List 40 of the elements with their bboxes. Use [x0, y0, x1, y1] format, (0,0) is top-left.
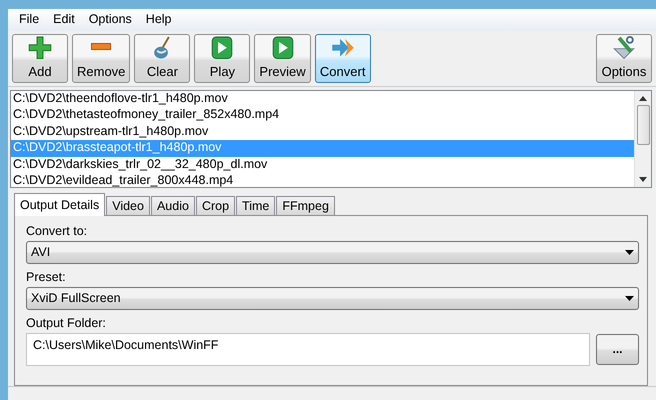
dropdown[interactable]: XviD FullScreen — [26, 287, 639, 310]
tab[interactable]: Crop — [196, 196, 236, 216]
file-list-item[interactable]: C:\DVD2\theendoflove-tlr1_h480p.mov — [11, 90, 634, 108]
toolbar-button[interactable]: Options — [596, 34, 652, 83]
tools-icon — [611, 34, 637, 60]
toolbar-button[interactable]: Preview — [254, 34, 311, 83]
scrollbar[interactable] — [634, 90, 651, 188]
scroll-up-icon[interactable] — [639, 96, 647, 101]
toolbar-button[interactable]: Play — [194, 34, 250, 83]
toolbar-button[interactable]: Clear — [134, 34, 190, 83]
tab[interactable]: FFmpeg — [276, 196, 335, 216]
tab[interactable]: Video — [106, 196, 150, 216]
dropdown-arrow-icon — [625, 250, 634, 256]
menu-item[interactable]: Edit — [46, 12, 82, 28]
play-icon — [209, 34, 236, 60]
folder-input-field[interactable]: C:\Users\Mike\Documents\WinFF — [26, 333, 590, 366]
menu-item[interactable]: Help — [138, 12, 179, 28]
play-icon — [270, 34, 296, 60]
file-list-item[interactable]: C:\DVD2\upstream-tlr1_h480p.mov — [11, 124, 634, 140]
file-list-item[interactable]: C:\DVD2\darkskies_trlr_02__32_480p_dl.mov — [11, 156, 634, 174]
field-label: Output Folder: — [26, 316, 107, 332]
toolbar-button[interactable]: Convert — [314, 34, 371, 83]
file-list[interactable] — [10, 90, 652, 188]
menu-item[interactable]: Options — [82, 12, 139, 28]
file-list-item[interactable]: C:\DVD2\evildead_trailer_800x448.mp4 — [11, 173, 634, 188]
field-label: Preset: — [26, 270, 67, 286]
toolbar-button[interactable]: Remove — [72, 34, 130, 83]
dropdown[interactable]: AVI — [26, 241, 639, 264]
scroll-down-icon[interactable] — [639, 177, 647, 182]
tab[interactable]: Time — [236, 196, 276, 216]
tab[interactable]: Output Details — [14, 193, 106, 216]
toolbar-button[interactable]: Add — [12, 34, 68, 83]
minus-icon — [91, 43, 112, 50]
file-list-item[interactable]: C:\DVD2\thetasteofmoney_trailer_852x480.mp4 — [11, 107, 634, 124]
plus-icon — [27, 34, 53, 60]
dropdown-arrow-icon — [625, 296, 634, 302]
tab[interactable]: Audio — [150, 196, 195, 216]
browse-button[interactable]: ... — [596, 334, 639, 366]
field-label: Convert to: — [26, 224, 88, 240]
menu-item[interactable]: File — [12, 12, 46, 28]
